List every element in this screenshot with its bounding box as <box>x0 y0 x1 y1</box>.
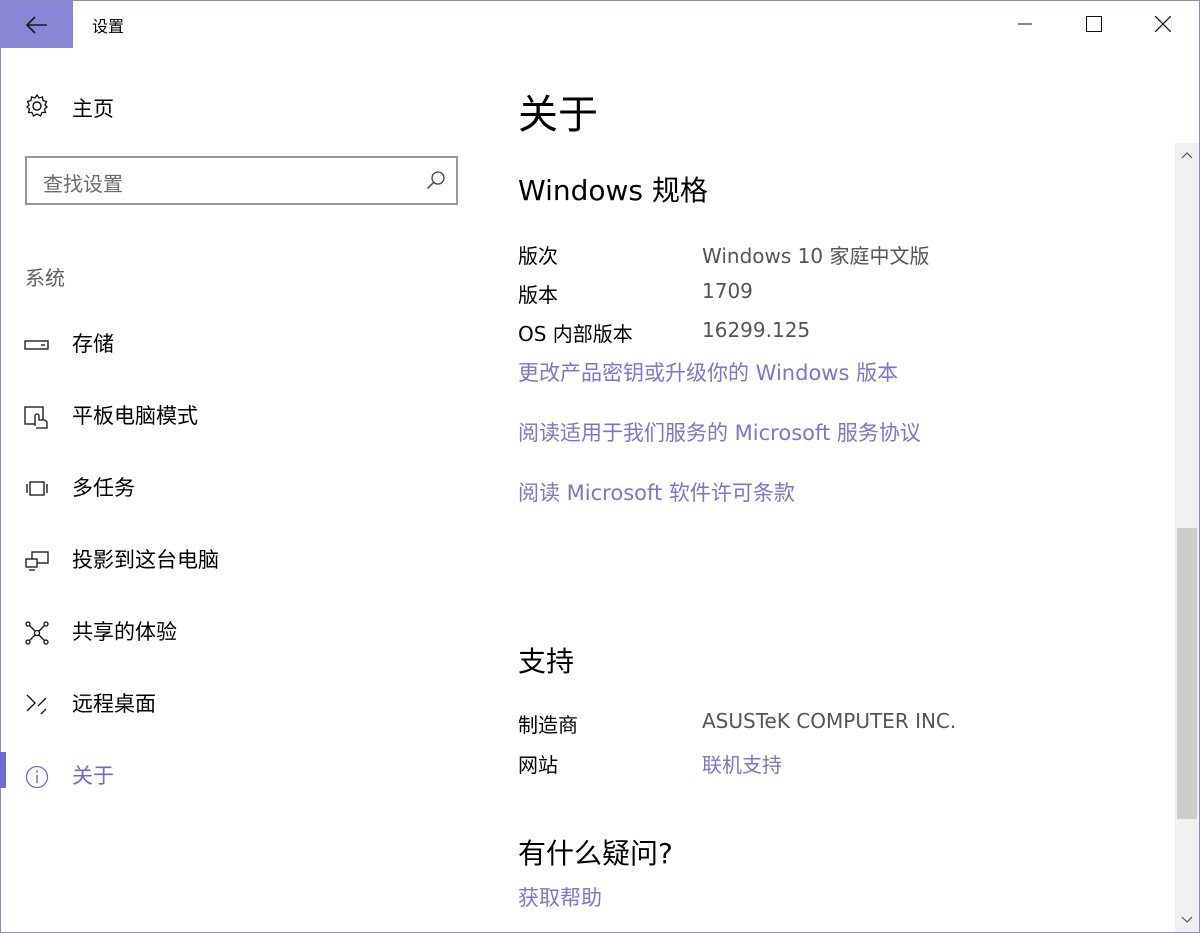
maximize-icon <box>1086 16 1102 32</box>
back-arrow-icon <box>26 15 47 34</box>
spec-value: Windows 10 家庭中文版 <box>702 244 930 268</box>
shared-experiences-icon <box>25 621 49 645</box>
home-label: 主页 <box>72 97 114 121</box>
chevron-up-icon <box>1181 152 1193 159</box>
spec-value: 1709 <box>702 279 753 303</box>
home-nav-item[interactable]: 主页 <box>24 93 114 121</box>
close-icon <box>1155 16 1171 32</box>
window-title: 设置 <box>92 17 125 36</box>
support-heading: 支持 <box>518 645 575 678</box>
tablet-mode-icon <box>24 406 48 429</box>
sidebar-item-label: 共享的体验 <box>72 620 177 644</box>
minimize-button[interactable] <box>990 0 1060 48</box>
change-product-key-link[interactable]: 更改产品密钥或升级你的 Windows 版本 <box>518 357 898 387</box>
sidebar-item-label: 关于 <box>72 764 114 788</box>
license-terms-link[interactable]: 阅读 Microsoft 软件许可条款 <box>518 477 795 507</box>
get-help-link[interactable]: 获取帮助 <box>518 882 602 912</box>
scrollbar-thumb[interactable] <box>1177 528 1197 819</box>
back-button[interactable] <box>1 1 73 48</box>
sidebar-item-about[interactable]: 关于 <box>0 752 470 800</box>
sidebar-item-project[interactable]: 投影到这台电脑 <box>0 536 470 584</box>
online-support-link[interactable]: 联机支持 <box>702 749 782 778</box>
storage-icon <box>24 340 49 350</box>
maximize-button[interactable] <box>1059 0 1129 48</box>
question-heading: 有什么疑问? <box>518 837 673 870</box>
scroll-down-button[interactable] <box>1175 908 1199 932</box>
support-value: ASUSTeK COMPUTER INC. <box>702 709 957 733</box>
sidebar-item-label: 存储 <box>72 332 114 356</box>
spec-key: 版次 <box>518 244 558 268</box>
sidebar-item-remote-desktop[interactable]: 远程桌面 <box>0 680 470 728</box>
sidebar-item-label: 平板电脑模式 <box>72 404 198 428</box>
active-indicator <box>0 752 6 788</box>
spec-key: 版本 <box>518 283 558 307</box>
scrollbar[interactable] <box>1175 143 1199 932</box>
page-title: 关于 <box>518 92 598 138</box>
project-icon <box>25 551 49 571</box>
search-placeholder: 查找设置 <box>43 172 123 196</box>
support-key: 制造商 <box>518 713 578 737</box>
specs-heading: Windows 规格 <box>518 174 708 207</box>
search-input[interactable]: 查找设置 <box>25 156 458 205</box>
sidebar-item-tablet-mode[interactable]: 平板电脑模式 <box>0 392 470 440</box>
close-button[interactable] <box>1128 0 1198 48</box>
sidebar-item-label: 投影到这台电脑 <box>72 548 219 572</box>
section-header-system: 系统 <box>25 266 65 290</box>
sidebar-item-shared-experiences[interactable]: 共享的体验 <box>0 608 470 656</box>
services-agreement-link[interactable]: 阅读适用于我们服务的 Microsoft 服务协议 <box>518 417 921 447</box>
sidebar-item-multitasking[interactable]: 多任务 <box>0 464 470 512</box>
minimize-icon <box>1018 23 1032 25</box>
sidebar-item-storage[interactable]: 存储 <box>0 320 470 368</box>
spec-key: OS 内部版本 <box>518 322 633 346</box>
sidebar-item-label: 多任务 <box>72 476 135 500</box>
title-bar: 设置 <box>0 0 1200 48</box>
info-icon <box>25 765 49 789</box>
chevron-down-icon <box>1181 916 1193 923</box>
scroll-up-button[interactable] <box>1175 143 1199 167</box>
search-icon[interactable] <box>426 170 446 190</box>
support-key: 网站 <box>518 753 558 777</box>
gear-icon <box>26 93 48 117</box>
multitasking-icon <box>26 481 48 496</box>
spec-value: 16299.125 <box>702 318 811 342</box>
sidebar-item-label: 远程桌面 <box>72 692 156 716</box>
remote-desktop-icon <box>26 694 47 715</box>
